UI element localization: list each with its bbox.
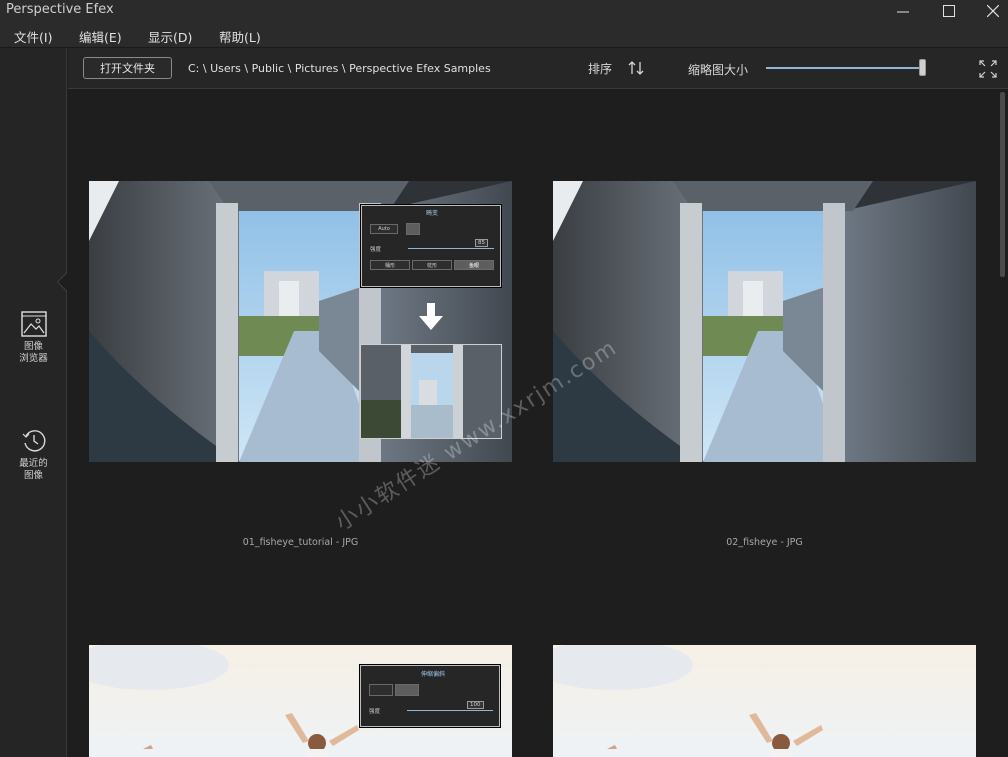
distortion-panel-title: 畸变 — [426, 210, 439, 217]
skew-strength-value: 100 — [467, 701, 484, 709]
image-thumbnail-3[interactable]: 伸缩偏斜 强度 100 — [89, 645, 512, 757]
scrollbar-thumb[interactable] — [1000, 92, 1005, 277]
image-thumbnail-4[interactable] — [553, 645, 976, 757]
window-title: Perspective Efex — [6, 2, 114, 17]
fullscreen-icon[interactable] — [979, 60, 997, 78]
thumbnail-size-slider-handle[interactable] — [919, 59, 926, 76]
skew-panel-title: 伸缩偏斜 — [421, 671, 446, 678]
skew-panel-preview: 伸缩偏斜 强度 100 — [360, 665, 500, 727]
mode-pincushion: 枕形 — [412, 260, 452, 270]
close-icon — [987, 5, 999, 17]
strength-slider — [408, 248, 494, 249]
image-grid: 畸变 Auto 强度 85 桶形 枕形 鱼眼 01_fisheye_tutori… — [68, 90, 998, 757]
sidebar-selection-caret — [58, 273, 67, 291]
app-window: Perspective Efex 文件(I) 编辑(E) 显示(D) 帮助(L)… — [0, 0, 1008, 757]
close-button[interactable] — [970, 0, 1008, 22]
mode-barrel: 桶形 — [370, 260, 410, 270]
image-browser-icon — [20, 311, 47, 337]
image-thumbnail-1[interactable]: 畸变 Auto 强度 85 桶形 枕形 鱼眼 — [89, 181, 512, 462]
maximize-button[interactable] — [926, 0, 972, 22]
strength-label: 强度 — [370, 247, 382, 253]
menu-view[interactable]: 显示(D) — [148, 27, 192, 46]
maximize-icon — [943, 5, 955, 17]
sidebar-label-recent-images: 图像 — [23, 470, 43, 481]
sort-icon[interactable] — [627, 60, 645, 76]
menu-bar: 文件(I) 编辑(E) 显示(D) 帮助(L) — [0, 22, 1008, 48]
thumbnail-size-label: 缩略图大小 — [688, 63, 749, 77]
fisheye-mode-icon — [406, 223, 420, 235]
image-caption-1: 01_fisheye_tutorial - JPG — [242, 537, 359, 548]
strength-value: 85 — [475, 239, 488, 247]
skew-mode-2-icon — [395, 684, 419, 696]
menu-file[interactable]: 文件(I) — [14, 27, 52, 46]
sidebar-label-browser: 浏览器 — [19, 353, 48, 364]
sidebar-label-image: 图像 — [23, 341, 43, 352]
vertical-scrollbar[interactable] — [998, 90, 1008, 757]
sidebar: 图像 浏览器 最近的 图像 — [0, 48, 67, 757]
skew-mode-1-icon — [369, 684, 393, 696]
down-arrow-icon — [419, 303, 443, 330]
open-folder-button[interactable]: 打开文件夹 — [83, 57, 172, 79]
image-caption-2: 02_fisheye - JPG — [726, 537, 803, 548]
fisheye-photo-2 — [553, 181, 976, 462]
minimize-button[interactable] — [880, 0, 926, 22]
auto-button: Auto — [370, 224, 398, 234]
history-clock-icon — [22, 430, 45, 452]
sort-label: 排序 — [588, 62, 613, 76]
skew-strength-slider — [407, 710, 493, 711]
sidebar-item-recent-images[interactable]: 最近的 图像 — [0, 428, 67, 482]
thumbnail-size-slider[interactable] — [766, 67, 926, 69]
minimize-icon — [897, 11, 909, 13]
distortion-panel-preview: 畸变 Auto 强度 85 桶形 枕形 鱼眼 — [361, 205, 501, 287]
sidebar-label-recent: 最近的 — [19, 458, 48, 469]
mode-fisheye: 鱼眼 — [454, 260, 494, 270]
jumping-person-photo-2 — [553, 645, 976, 757]
menu-help[interactable]: 帮助(L) — [219, 27, 261, 46]
skew-strength-label: 强度 — [369, 709, 381, 715]
folder-path: C: \ Users \ Public \ Pictures \ Perspec… — [188, 62, 491, 75]
sidebar-item-image-browser[interactable]: 图像 浏览器 — [0, 311, 67, 365]
title-bar: Perspective Efex — [0, 0, 1008, 22]
menu-edit[interactable]: 编辑(E) — [79, 27, 122, 46]
browser-toolbar: 打开文件夹 C: \ Users \ Public \ Pictures \ P… — [68, 48, 1008, 89]
image-thumbnail-2[interactable] — [553, 181, 976, 462]
